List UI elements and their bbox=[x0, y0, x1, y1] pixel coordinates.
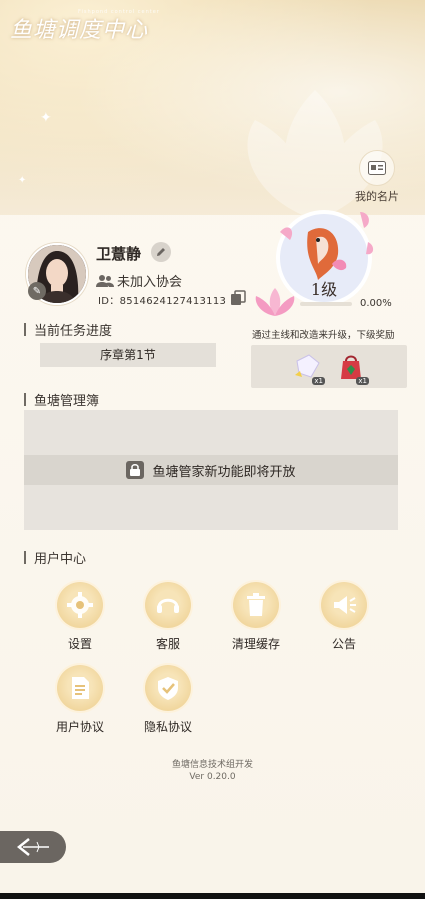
customer-service-label: 客服 bbox=[155, 637, 180, 651]
settings-button[interactable]: 设置 bbox=[50, 582, 110, 652]
headset-icon bbox=[145, 582, 191, 628]
user-agreement-label: 用户协议 bbox=[55, 720, 104, 734]
level-progress-bar bbox=[300, 302, 352, 306]
username: 卫薏静 bbox=[96, 245, 142, 263]
user-agreement-button[interactable]: 用户协议 bbox=[50, 665, 110, 735]
clear-cache-button[interactable]: 清理缓存 bbox=[226, 582, 286, 652]
lock-icon bbox=[126, 461, 145, 479]
clear-cache-label: 清理缓存 bbox=[231, 637, 280, 651]
association-status[interactable]: 未加入协会 bbox=[96, 271, 182, 290]
privacy-agreement-label: 隐私协议 bbox=[143, 720, 192, 734]
developer-credit: 鱼塘信息技术组开发 bbox=[171, 760, 253, 770]
trash-icon bbox=[233, 582, 279, 628]
task-progress-value[interactable]: 序章第1节 bbox=[40, 343, 216, 367]
reward-count: x1 bbox=[356, 376, 369, 385]
announcement-label: 公告 bbox=[331, 637, 356, 651]
id-label: ID： bbox=[98, 296, 120, 307]
edit-name-button[interactable] bbox=[151, 242, 171, 262]
reward-item[interactable]: x1 bbox=[291, 351, 325, 385]
back-button[interactable] bbox=[0, 831, 66, 863]
id-value: 8514624127413113 bbox=[119, 296, 227, 307]
association-label: 未加入协会 bbox=[117, 275, 183, 290]
id-card-icon bbox=[359, 150, 395, 186]
manage-locked-banner: 鱼塘管家新功能即将开放 bbox=[24, 455, 398, 485]
level-progress-text: 0.00% bbox=[360, 298, 392, 309]
version-text: Ver 0.20.0 bbox=[189, 772, 236, 782]
customer-service-button[interactable]: 客服 bbox=[138, 582, 198, 652]
settings-label: 设置 bbox=[67, 637, 92, 651]
sparkle-icon: ✦ bbox=[18, 175, 27, 186]
user-id: ID：8514624127413113 bbox=[98, 292, 226, 307]
locked-text: 鱼塘管家新功能即将开放 bbox=[152, 464, 296, 480]
gear-icon bbox=[57, 582, 103, 628]
reward-count: x1 bbox=[312, 376, 325, 385]
user-center-section-label: 用户中心 bbox=[34, 552, 87, 567]
bottom-bar bbox=[0, 893, 425, 899]
app-title: 鱼塘调度中心 bbox=[10, 18, 149, 43]
task-section-title: 当前任务进度 bbox=[24, 320, 112, 339]
pencil-icon bbox=[157, 248, 165, 256]
megaphone-icon bbox=[321, 582, 367, 628]
upgrade-tip: 通过主线和改造来升级，下级奖励 bbox=[252, 330, 395, 341]
sparkle-icon: ✦ bbox=[40, 110, 52, 126]
task-section-label: 当前任务进度 bbox=[34, 324, 113, 339]
reward-item[interactable]: x1 bbox=[335, 351, 369, 385]
my-namecard-button[interactable]: 我的名片 bbox=[352, 150, 402, 204]
next-level-rewards: x1 x1 bbox=[251, 345, 407, 388]
user-center-section-title: 用户中心 bbox=[24, 548, 86, 567]
manage-section-label: 鱼塘管理簿 bbox=[34, 394, 100, 409]
lotus-icon bbox=[255, 288, 295, 316]
privacy-agreement-button[interactable]: 隐私协议 bbox=[138, 665, 198, 735]
document-icon bbox=[57, 665, 103, 711]
people-icon bbox=[96, 274, 114, 287]
manage-section-title: 鱼塘管理簿 bbox=[24, 390, 99, 409]
announcement-button[interactable]: 公告 bbox=[314, 582, 374, 652]
profile-page: ✦ ✦ 鱼塘调度中心 Fishpond control center 我的名片 … bbox=[0, 0, 425, 899]
app-subtitle: Fishpond control center bbox=[78, 9, 160, 15]
copy-icon[interactable] bbox=[230, 290, 246, 306]
shield-check-icon bbox=[145, 665, 191, 711]
arrow-left-icon bbox=[16, 838, 49, 856]
avatar-edit-icon[interactable]: ✎ bbox=[28, 282, 46, 300]
